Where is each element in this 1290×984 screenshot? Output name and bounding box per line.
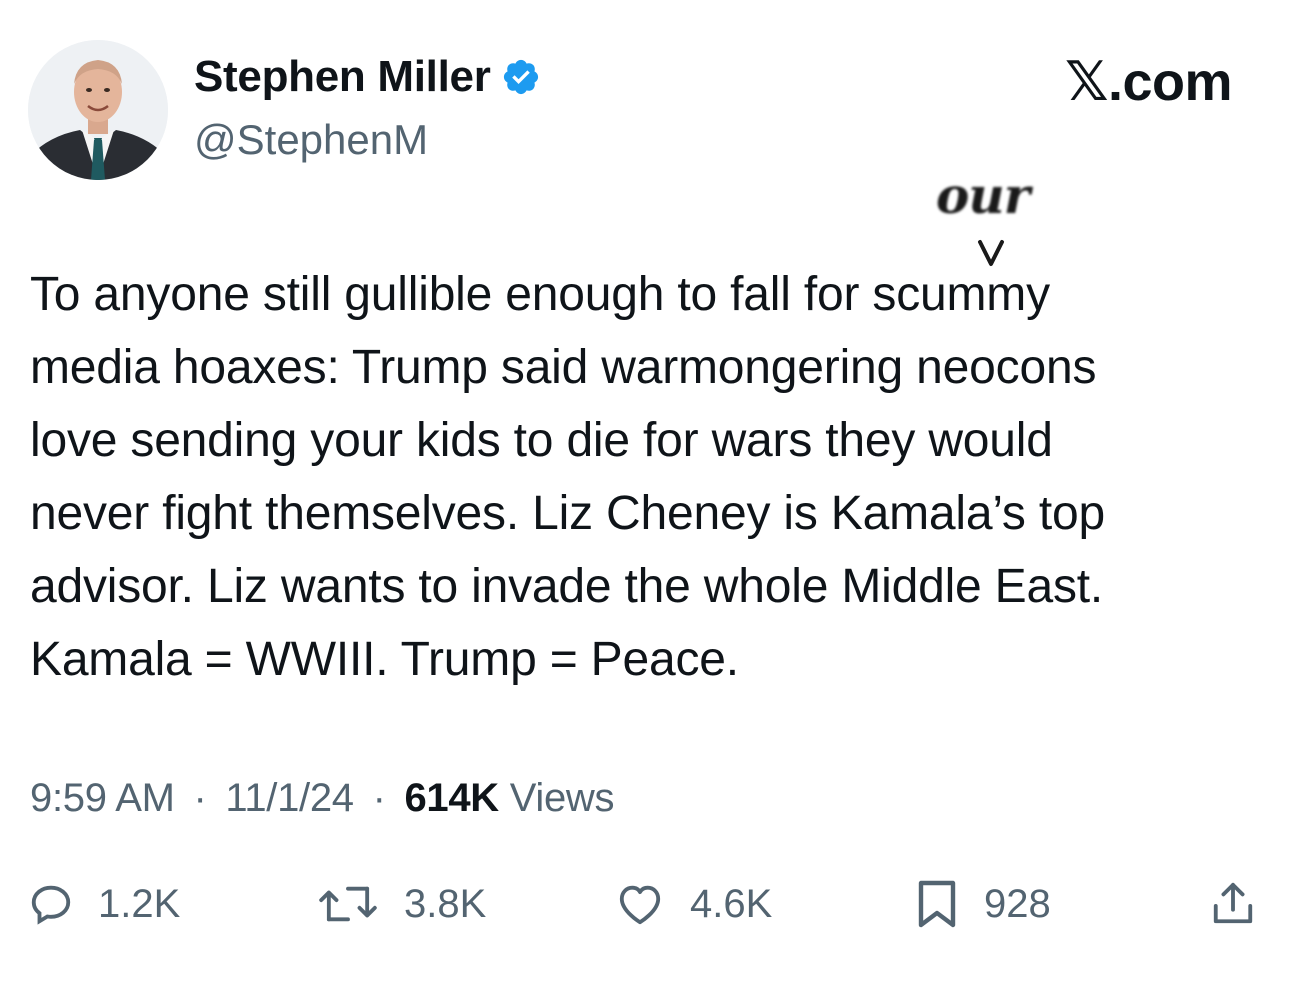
author-name-row: Stephen Miller — [194, 52, 541, 102]
views-count: 614K — [404, 776, 499, 820]
heart-icon — [619, 885, 661, 925]
verified-badge-icon — [501, 57, 541, 97]
repost-button[interactable]: 3.8K — [316, 872, 486, 936]
reply-icon — [31, 885, 71, 925]
tweet-text-line: To anyone still gullible enough to fall … — [30, 268, 1050, 321]
reply-button[interactable]: 1.2K — [28, 872, 180, 936]
action-bar: 1.2K 3.8K 4.6K 928 — [0, 872, 1290, 936]
meta-separator: · — [193, 776, 207, 820]
share-button[interactable] — [1210, 872, 1256, 936]
like-count: 4.6K — [690, 881, 773, 926]
bookmark-button[interactable]: 928 — [914, 872, 1051, 936]
tweet-time[interactable]: 9:59 AM — [30, 776, 175, 820]
display-name[interactable]: Stephen Miller — [194, 52, 491, 102]
tweet-text: To anyone still gullible enough to fall … — [30, 258, 1270, 696]
tweet-text-line: advisor. Liz wants to invade the whole M… — [30, 560, 1104, 613]
tweet-text-line: never fight themselves. Liz Cheney is Ka… — [30, 487, 1105, 540]
tweet-meta: 9:59 AM · 11/1/24 · 614K Views — [30, 776, 614, 821]
reply-count: 1.2K — [98, 881, 181, 926]
author-handle[interactable]: @StephenM — [194, 116, 428, 164]
bookmark-icon — [918, 880, 956, 928]
meta-separator: · — [372, 776, 386, 820]
tweet-card: Stephen Miller @StephenM 𝕏.com our To an… — [0, 0, 1290, 984]
tweet-text-line: love sending your kids to die for wars t… — [30, 414, 1053, 467]
tweet-text-line: Kamala = WWIII. Trump = Peace. — [30, 633, 739, 686]
views-label: Views — [509, 776, 615, 820]
tweet-text-line: media hoaxes: Trump said warmongering ne… — [30, 341, 1097, 394]
tweet-date[interactable]: 11/1/24 — [225, 776, 354, 820]
bookmark-count: 928 — [984, 881, 1051, 926]
repost-count: 3.8K — [404, 881, 487, 926]
avatar[interactable] — [28, 40, 168, 180]
share-icon — [1213, 882, 1253, 924]
repost-icon — [319, 886, 377, 922]
avatar-image — [28, 40, 168, 180]
like-button[interactable]: 4.6K — [614, 872, 772, 936]
annotation-word: our — [936, 166, 1030, 225]
site-brand-logo: 𝕏.com — [1064, 52, 1233, 112]
